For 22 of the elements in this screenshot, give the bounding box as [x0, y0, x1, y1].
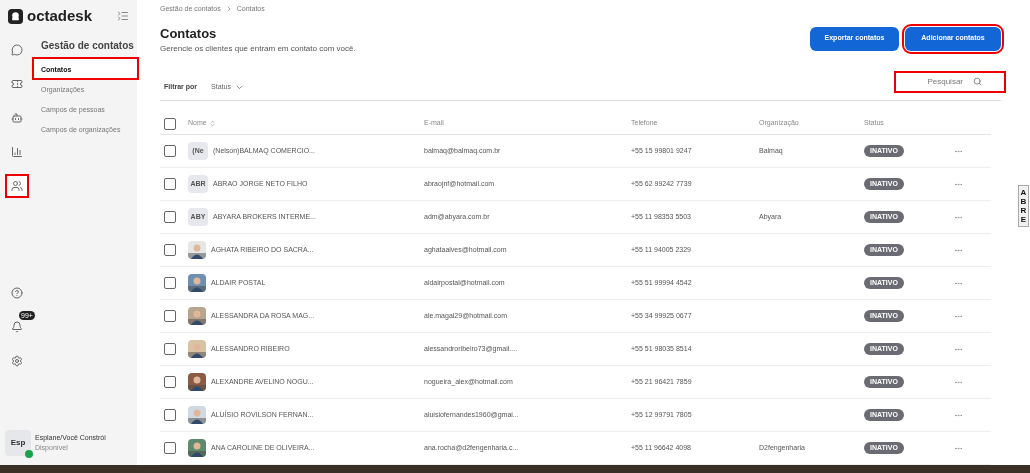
row-checkbox[interactable]: [164, 442, 176, 454]
page-subtitle: Gerencie os clientes que entram em contato com você.: [160, 43, 356, 55]
section-title: Gestão de contatos: [40, 39, 135, 53]
collapse-menu-icon[interactable]: [117, 10, 129, 22]
row-checkbox[interactable]: [164, 178, 176, 190]
row-checkbox[interactable]: [164, 145, 176, 157]
row-checkbox[interactable]: [164, 376, 176, 388]
row-checkbox[interactable]: [164, 244, 176, 256]
people-icon[interactable]: [7, 176, 27, 196]
user-avatar[interactable]: Esp: [5, 430, 31, 456]
brand-name: octadesk: [27, 5, 93, 26]
row-checkbox[interactable]: [164, 409, 176, 421]
row-checkbox[interactable]: [164, 277, 176, 289]
row-checkbox[interactable]: [164, 211, 176, 223]
page-title: Contatos: [160, 24, 218, 43]
row-checkbox[interactable]: [164, 310, 176, 322]
select-all-checkbox[interactable]: [164, 117, 176, 130]
side-tab[interactable]: A B R E: [1018, 185, 1029, 227]
row-checkbox[interactable]: [164, 343, 176, 355]
search-icon[interactable]: [973, 77, 982, 86]
chevron-down-icon[interactable]: [234, 83, 244, 92]
search-field[interactable]: Pesquisar: [913, 75, 963, 88]
